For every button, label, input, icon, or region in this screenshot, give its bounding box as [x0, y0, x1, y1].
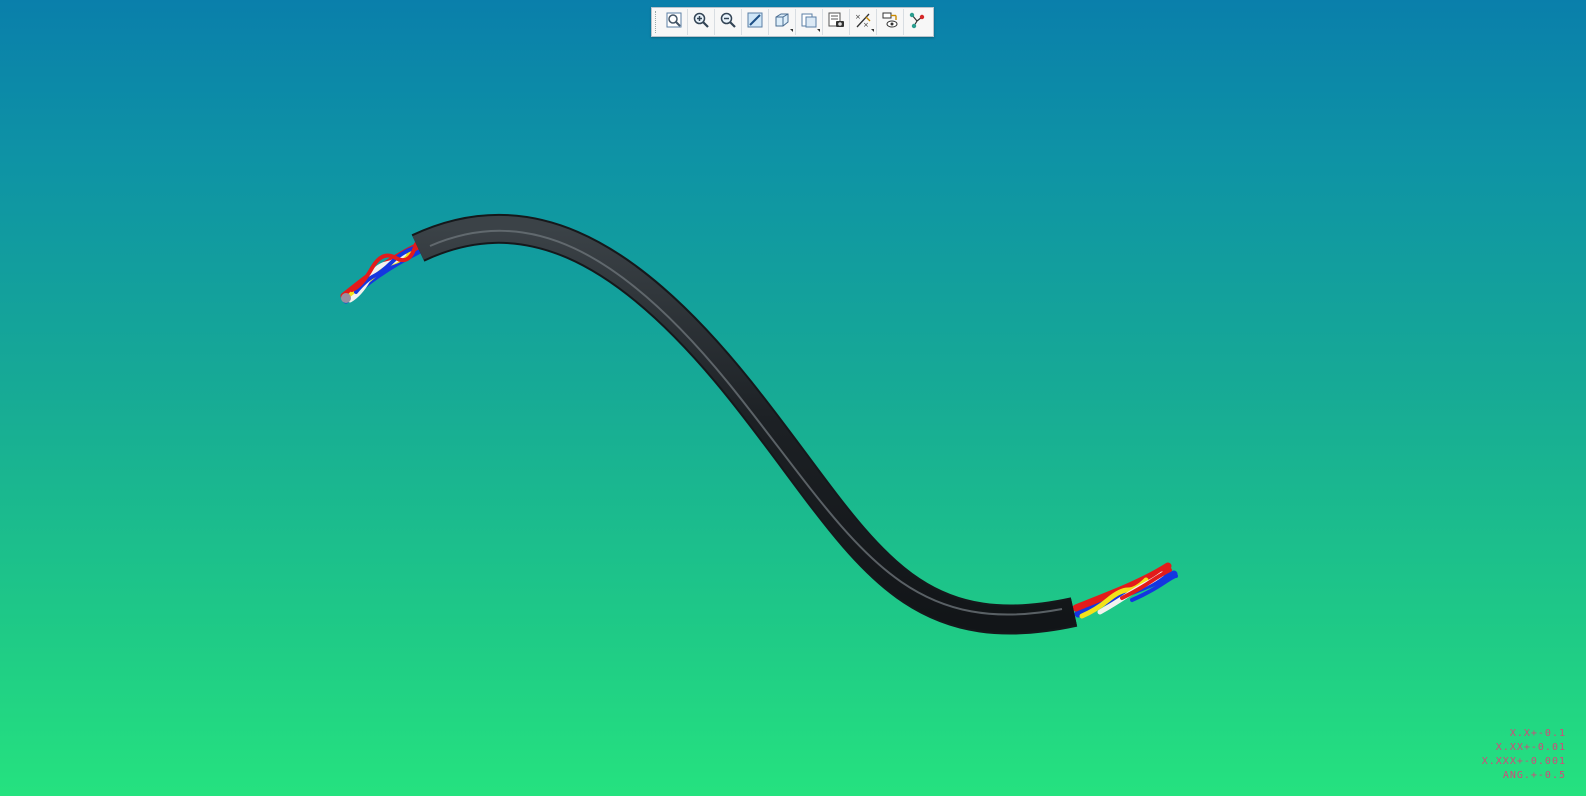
tolerance-line: X.X+-0.1	[1509, 728, 1566, 739]
display-style-icon	[773, 11, 791, 33]
tolerance-line: X.XXX+-0.001	[1481, 756, 1566, 767]
cable-model[interactable]	[0, 0, 1586, 796]
datum-display-button[interactable]: × ×	[850, 9, 877, 35]
display-style-button[interactable]	[769, 9, 796, 35]
zoom-out-button[interactable]	[715, 9, 742, 35]
saved-orientations-icon	[800, 11, 818, 33]
spin-center-button[interactable]	[904, 9, 930, 35]
tolerance-line: X.XX+-0.01	[1495, 742, 1566, 753]
repaint-icon	[746, 11, 764, 33]
datum-display-icon: × ×	[854, 11, 872, 33]
refit-button[interactable]	[661, 9, 688, 35]
saved-orientations-button[interactable]	[796, 9, 823, 35]
view-manager-icon	[827, 11, 845, 33]
graphics-area[interactable]: × × X.X+-0.1 X.XX+-0.01 X.XXX+-0.001 ANG.…	[0, 0, 1586, 796]
view-toolbar: × ×	[651, 7, 934, 37]
repaint-button[interactable]	[742, 9, 769, 35]
zoom-in-icon	[692, 11, 710, 33]
refit-icon	[665, 11, 683, 33]
tolerance-table: X.X+-0.1 X.XX+-0.01 X.XXX+-0.001 ANG.+-0…	[1482, 727, 1566, 783]
left-wire-bundle	[340, 242, 424, 304]
spin-center-icon	[908, 11, 926, 33]
svg-text:×: ×	[855, 13, 861, 21]
annotation-display-icon	[881, 11, 899, 33]
view-manager-button[interactable]	[823, 9, 850, 35]
chevron-down-icon	[871, 29, 874, 32]
cable-jacket	[411, 213, 1078, 635]
zoom-in-button[interactable]	[688, 9, 715, 35]
zoom-out-icon	[719, 11, 737, 33]
annotation-display-button[interactable]	[877, 9, 904, 35]
svg-text:×: ×	[863, 21, 869, 29]
chevron-down-icon	[790, 29, 793, 32]
right-wire-bundle	[1072, 562, 1178, 619]
tolerance-line: ANG.+-0.5	[1502, 770, 1566, 781]
chevron-down-icon	[817, 29, 820, 32]
toolbar-grip[interactable]	[655, 11, 659, 33]
